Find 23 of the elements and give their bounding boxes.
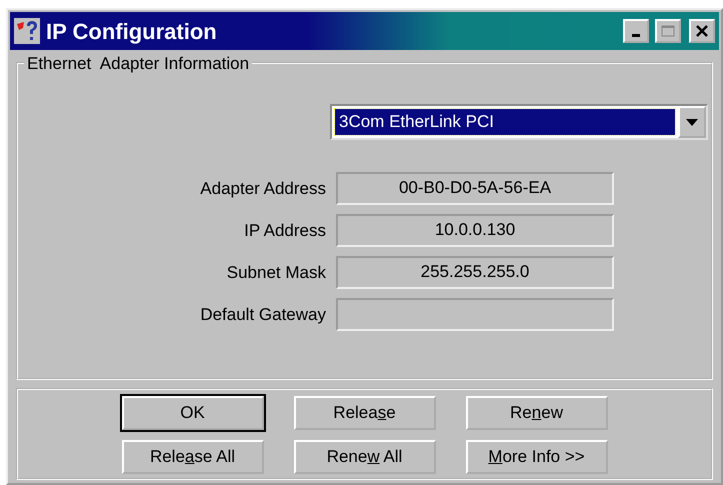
minimize-icon	[632, 34, 640, 37]
maximize-icon	[661, 25, 675, 37]
readonly-field: 00-B0-D0-5A-56-EA	[336, 172, 614, 205]
dropdown-arrow-icon	[686, 118, 698, 126]
maximize-button[interactable]	[655, 19, 681, 43]
action-button[interactable]: More Info >>	[466, 440, 608, 474]
action-button[interactable]: Renew	[466, 396, 608, 430]
adapter-dropdown[interactable]: 3Com EtherLink PCI	[330, 104, 708, 140]
action-button[interactable]: Renew All	[294, 440, 436, 474]
field-label: Default Gateway	[199, 304, 327, 326]
readonly-field: 10.0.0.130	[336, 214, 614, 247]
action-button[interactable]: OK	[122, 396, 264, 430]
close-button[interactable]	[689, 19, 715, 43]
minimize-button[interactable]	[623, 19, 649, 43]
action-button[interactable]: Release All	[122, 440, 264, 474]
field-label: Subnet Mask	[226, 262, 327, 284]
readonly-field: 255.255.255.0	[336, 256, 614, 289]
action-button[interactable]: Release	[294, 396, 436, 430]
app-icon	[14, 18, 40, 44]
window-title: IP Configuration	[46, 18, 217, 46]
field-label: IP Address	[243, 220, 327, 242]
close-icon	[695, 25, 709, 37]
field-label: Adapter Address	[199, 178, 327, 200]
